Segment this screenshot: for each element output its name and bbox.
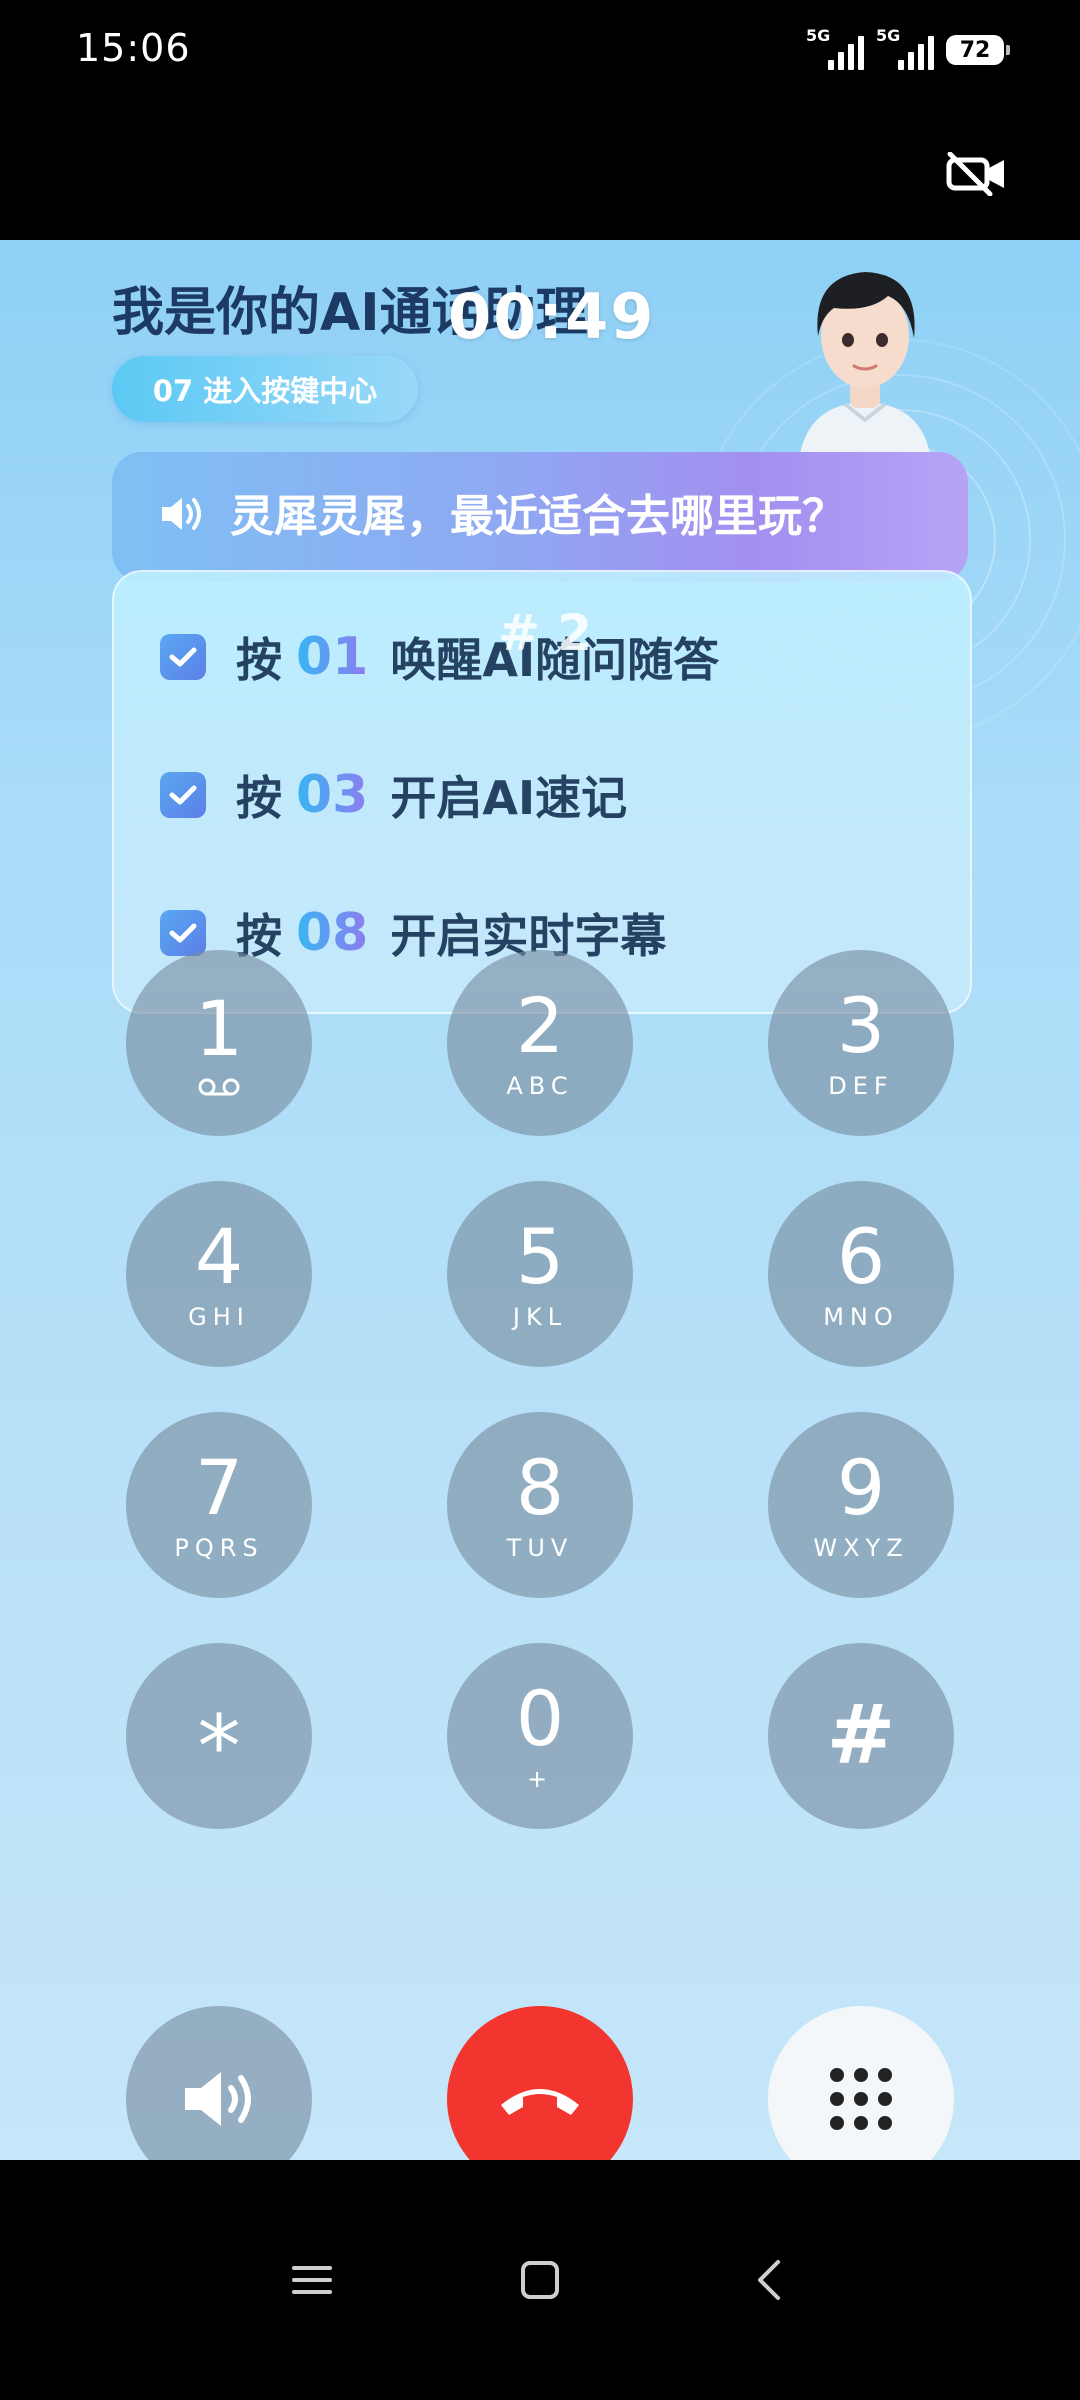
key-digit: 9 <box>836 1443 886 1532</box>
status-time: 15:06 <box>76 26 191 70</box>
home-icon[interactable] <box>510 2250 570 2310</box>
key-6[interactable]: 6 MNO <box>768 1181 954 1367</box>
signal-icon: 5G <box>806 26 864 70</box>
call-screen: 15:06 5G 5G 72 我是你的AI通话助理 00:49 07 进入按键中… <box>0 0 1080 2400</box>
battery-icon: 72 <box>946 35 1010 65</box>
network-type-label: 5G <box>876 26 901 45</box>
question-banner[interactable]: 灵犀灵犀，最近适合去哪里玩？ <box>112 452 968 582</box>
key-digit: 4 <box>194 1212 244 1301</box>
checkbox-icon <box>160 634 206 680</box>
key-digit: 7 <box>194 1443 244 1532</box>
key-letters: DEF <box>828 1072 894 1100</box>
call-timer: 00:49 <box>448 280 656 353</box>
option-row[interactable]: 按 03 开启AI速记 <box>160 760 627 830</box>
speaker-button[interactable] <box>126 2006 312 2160</box>
option-code: 08 <box>296 903 369 963</box>
option-code: 01 <box>296 627 369 687</box>
option-code: 03 <box>296 765 369 825</box>
checkbox-icon <box>160 910 206 956</box>
menu-icon[interactable] <box>282 2250 342 2310</box>
network-type-label: 5G <box>806 26 831 45</box>
key-digit: 1 <box>194 984 244 1073</box>
speaker-icon <box>185 2072 251 2126</box>
option-row[interactable]: 按 01 唤醒AI随问随答 <box>160 622 719 692</box>
key-letters: TUV <box>506 1534 574 1562</box>
option-text: 开启AI速记 <box>390 771 628 825</box>
key-5[interactable]: 5 JKL <box>447 1181 633 1367</box>
back-icon[interactable] <box>740 2250 800 2310</box>
key-digit: 5 <box>515 1212 565 1301</box>
key-digit: 3 <box>836 981 886 1070</box>
assistant-avatar <box>800 272 930 454</box>
key-digit: 2 <box>515 981 565 1070</box>
key-digit: 8 <box>515 1443 565 1532</box>
battery-level: 72 <box>959 37 991 63</box>
key-letters: JKL <box>512 1303 568 1331</box>
question-text: 灵犀灵犀，最近适合去哪里玩？ <box>230 491 846 542</box>
key-8[interactable]: 8 TUV <box>447 1412 633 1598</box>
key-letters: PQRS <box>174 1534 264 1562</box>
call-panel: 我是你的AI通话助理 00:49 07 进入按键中心 灵犀灵犀，最近适合去哪里玩… <box>0 240 1080 2160</box>
key-letters: + <box>526 1765 554 1793</box>
key-3[interactable]: 3 DEF <box>768 950 954 1136</box>
key-4[interactable]: 4 GHI <box>126 1181 312 1367</box>
status-bar: 15:06 5G 5G 72 <box>0 0 1080 100</box>
option-press-label: 按 <box>236 633 282 687</box>
key-0[interactable]: 0 + <box>447 1643 633 1829</box>
key-letters: MNO <box>823 1303 899 1331</box>
hangup-button[interactable] <box>447 2006 633 2160</box>
signal-icon: 5G <box>876 26 934 70</box>
key-2[interactable]: 2 ABC <box>447 950 633 1136</box>
dtmf-input-echo: # 2 <box>498 604 593 662</box>
key-digit: # <box>826 1688 896 1783</box>
key-9[interactable]: 9 WXYZ <box>768 1412 954 1598</box>
key-digit: 0 <box>515 1674 565 1763</box>
navigation-bar <box>0 2160 1080 2400</box>
key-7[interactable]: 7 PQRS <box>126 1412 312 1598</box>
speaker-icon <box>162 498 201 530</box>
key-digit: * <box>197 1697 241 1797</box>
voicemail-icon <box>198 1078 240 1096</box>
key-digit: 6 <box>836 1212 886 1301</box>
key-letters: GHI <box>188 1303 250 1331</box>
key-letters: WXYZ <box>813 1534 909 1562</box>
key-letters: ABC <box>506 1072 574 1100</box>
checkbox-icon <box>160 772 206 818</box>
key-star[interactable]: * <box>126 1643 312 1829</box>
key-hash[interactable]: # <box>768 1643 954 1829</box>
dialpad-toggle-button[interactable] <box>768 2006 954 2160</box>
option-press-label: 按 <box>236 771 282 825</box>
dialpad-icon <box>830 2068 892 2130</box>
video-off-icon[interactable] <box>946 151 1008 197</box>
status-indicators: 5G 5G 72 <box>806 26 1010 72</box>
key-1[interactable]: 1 <box>126 950 312 1136</box>
hangup-icon <box>501 2089 579 2115</box>
key-center-button[interactable]: 07 进入按键中心 <box>112 356 418 422</box>
